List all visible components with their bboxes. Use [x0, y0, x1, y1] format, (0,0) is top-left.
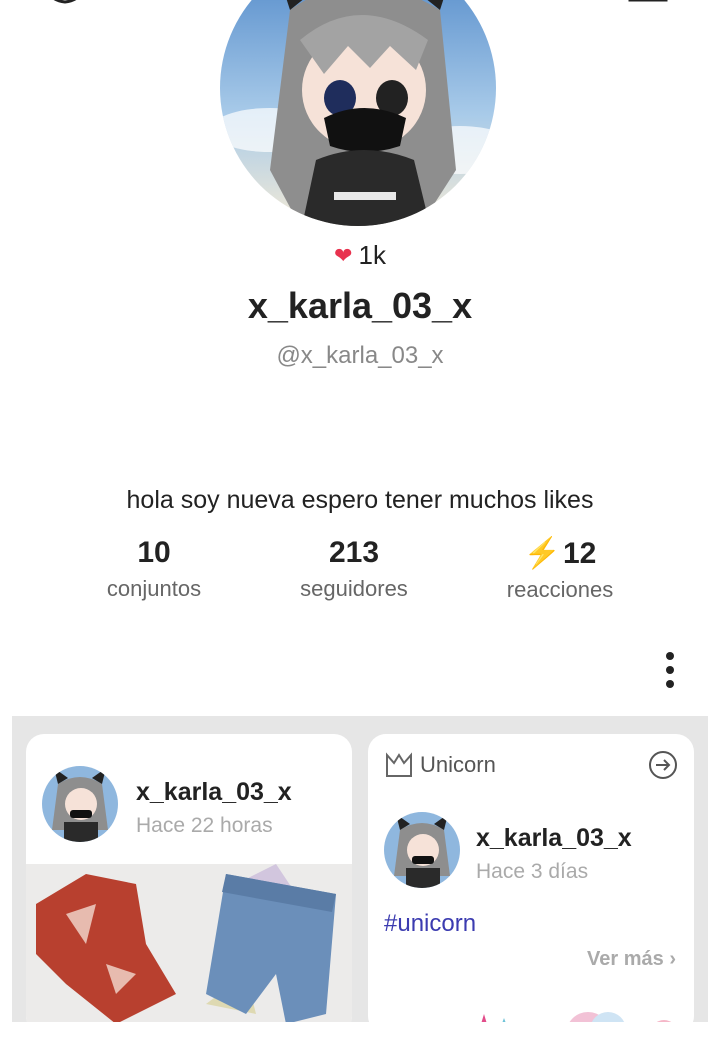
- crown-icon: [386, 752, 412, 777]
- likes-count: ❤ 1k: [334, 240, 386, 270]
- heart-icon: ❤: [334, 243, 353, 268]
- card-username[interactable]: x_karla_03_x: [476, 824, 632, 853]
- stat-reactions[interactable]: ⚡12 reacciones: [460, 536, 660, 603]
- stat-followers-value: 213: [328, 536, 380, 569]
- stat-followers-label: seguidores: [300, 576, 408, 601]
- profile-username: x_karla_03_x: [247, 285, 473, 326]
- settings-icon[interactable]: [40, 0, 90, 20]
- contest-badge: Unicorn: [384, 750, 496, 780]
- feed-grid: x_karla_03_x Hace 22 horas Unicorn x_kar…: [12, 716, 708, 1022]
- card-username[interactable]: x_karla_03_x: [136, 778, 292, 807]
- stat-reactions-label: reacciones: [506, 577, 614, 602]
- profile-avatar[interactable]: [220, 0, 496, 226]
- stat-reactions-value: 12: [562, 537, 597, 570]
- stat-outfits[interactable]: 10 conjuntos: [54, 536, 254, 602]
- outfit-image[interactable]: [26, 864, 352, 1022]
- shop-icon[interactable]: [626, 0, 686, 20]
- profile-handle: @x_karla_03_x: [276, 342, 444, 369]
- card-timestamp: Hace 3 días: [476, 860, 589, 883]
- profile-bio: hola soy nueva espero tener muchos likes: [126, 486, 594, 514]
- decorative-image: [481, 1012, 672, 1022]
- avatar[interactable]: [42, 766, 118, 842]
- card-timestamp: Hace 22 horas: [136, 814, 273, 837]
- contest-label: Unicorn: [420, 752, 496, 777]
- see-more-link[interactable]: Ver más ›: [587, 948, 676, 971]
- contest-card[interactable]: Unicorn x_karla_03_x Hace 3 días #unicor…: [368, 734, 694, 1022]
- avatar[interactable]: [384, 812, 460, 888]
- lightning-icon: ⚡: [523, 537, 561, 570]
- more-options-icon[interactable]: [660, 652, 680, 688]
- hashtag-link[interactable]: #unicorn: [384, 910, 476, 938]
- stat-followers[interactable]: 213 seguidores: [254, 536, 454, 602]
- arrow-right-circle-icon[interactable]: [648, 750, 678, 780]
- outfit-card[interactable]: x_karla_03_x Hace 22 horas: [26, 734, 352, 1022]
- stat-outfits-value: 10: [137, 536, 171, 569]
- stat-outfits-label: conjuntos: [106, 576, 202, 601]
